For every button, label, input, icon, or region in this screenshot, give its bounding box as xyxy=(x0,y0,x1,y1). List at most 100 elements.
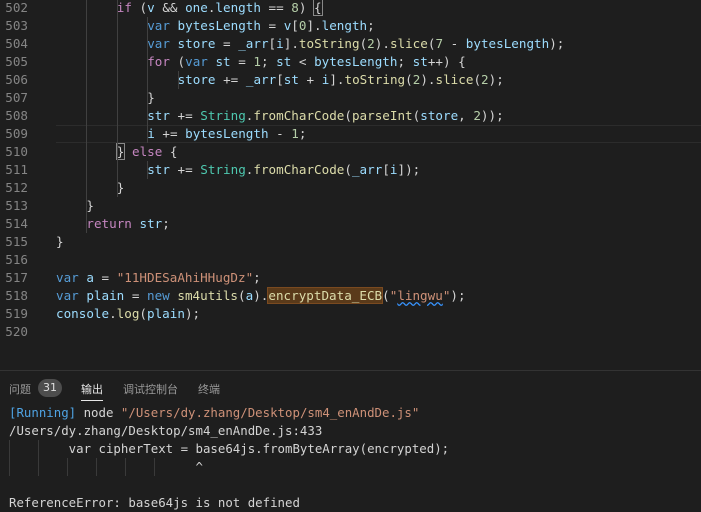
code-token: fromCharCode xyxy=(253,162,345,177)
code-token: ); xyxy=(488,72,504,87)
code-token: var xyxy=(56,270,79,285)
code-token: ( xyxy=(473,72,482,87)
code-token: bytesLength xyxy=(185,126,269,141)
output-error-source: var cipherText = base64js.fromByteArray(… xyxy=(9,441,450,456)
code-token: return xyxy=(86,216,132,231)
line-number: 511 xyxy=(5,162,28,177)
code-token: += xyxy=(169,108,201,123)
code-token: _arr xyxy=(351,162,383,177)
code-line: 513} xyxy=(0,197,701,215)
code-editor[interactable]: 502 if (v && one.length == 8) {503 var byt… xyxy=(0,0,701,370)
code-token: ( xyxy=(344,108,352,123)
code-token: } xyxy=(86,198,94,213)
code-text: var plain = new sm4utils(a).encryptData_… xyxy=(56,287,466,305)
code-token: var xyxy=(147,36,170,51)
code-token: toString xyxy=(344,72,406,87)
output-indent-guide xyxy=(9,440,10,476)
code-token: 1 xyxy=(253,54,261,69)
code-token: String xyxy=(200,162,246,177)
code-token: - xyxy=(443,36,466,51)
code-token: , xyxy=(458,108,474,123)
code-token: toString xyxy=(298,36,360,51)
code-token: [ xyxy=(268,36,277,51)
code-token: i xyxy=(147,126,155,141)
code-token: length xyxy=(321,18,368,33)
code-token: [ xyxy=(276,72,284,87)
panel-tabs: 问题 31 输出 调试控制台 终端 xyxy=(0,371,701,405)
code-line: 502 if (v && one.length == 8) { xyxy=(0,0,701,17)
code-token: 2 xyxy=(473,108,481,123)
code-line: 508 str += String.fromCharCode(parseInt(s… xyxy=(0,107,701,125)
code-token: i xyxy=(276,36,284,51)
tab-output[interactable]: 输出 xyxy=(81,381,103,401)
running-tag: [Running] xyxy=(9,405,77,420)
code-token: )); xyxy=(480,108,504,123)
code-token: ( xyxy=(382,288,390,303)
tab-problems[interactable]: 问题 xyxy=(9,381,31,397)
code-token: i xyxy=(389,162,398,177)
command-prefix: node xyxy=(76,405,121,420)
tab-terminal[interactable]: 终端 xyxy=(198,381,220,397)
code-line: 505 for (var st = 1; st < bytesLength; st… xyxy=(0,53,701,71)
code-token: store xyxy=(177,36,216,51)
code-token: one xyxy=(185,0,208,15)
code-token: ]. xyxy=(329,72,345,87)
code-token: ; xyxy=(397,54,413,69)
line-number: 504 xyxy=(5,36,28,51)
line-number: 508 xyxy=(5,108,28,123)
code-token: ; xyxy=(253,270,261,285)
code-token: ). xyxy=(253,288,269,303)
code-text: for (var st = 1; st < bytesLength; st++)… xyxy=(147,53,466,71)
line-number: 507 xyxy=(5,90,28,105)
code-line: 515} xyxy=(0,233,701,251)
code-token: bytesLength xyxy=(465,36,550,51)
line-number: 517 xyxy=(5,270,28,285)
indent-guide xyxy=(86,0,88,233)
tab-debug-console[interactable]: 调试控制台 xyxy=(123,381,178,397)
code-token: for xyxy=(147,54,170,69)
code-token: } xyxy=(147,90,155,105)
code-token: str xyxy=(139,216,163,231)
code-token: ; xyxy=(260,54,277,69)
line-number: 502 xyxy=(5,0,28,15)
line-number: 515 xyxy=(5,234,28,249)
code-token: ]); xyxy=(397,162,421,177)
code-token: += xyxy=(169,162,201,177)
code-token: = xyxy=(93,270,117,285)
problems-count-badge: 31 xyxy=(38,379,62,397)
code-token: } xyxy=(116,180,125,195)
code-token: plain xyxy=(147,306,185,321)
code-text: var store = _arr[i].toString(2).slice(7 … xyxy=(147,35,564,53)
code-token: new xyxy=(147,288,170,303)
code-token: v xyxy=(147,0,155,15)
code-text: store += _arr[st + i].toString(2).slice(… xyxy=(178,71,504,89)
code-token: . xyxy=(109,306,117,321)
code-token: sm4utils xyxy=(177,288,239,303)
code-line: 511 str += String.fromCharCode(_arr[i]); xyxy=(0,161,701,179)
code-text: } else { xyxy=(115,143,178,161)
line-number: 505 xyxy=(5,54,28,69)
indent-guide xyxy=(147,17,149,143)
code-line: 504 var store = _arr[i].toString(2).slice… xyxy=(0,35,701,53)
code-token: { xyxy=(162,144,178,159)
spelling-warning-token: lingwu xyxy=(397,288,443,303)
code-token: bytesLength xyxy=(314,54,398,69)
output-indent-guide xyxy=(154,458,155,476)
line-number: 506 xyxy=(5,72,28,87)
code-token: 1 xyxy=(291,126,299,141)
code-text: } xyxy=(147,89,155,107)
code-line: 512} xyxy=(0,179,701,197)
code-token: bytesLength xyxy=(177,18,261,33)
code-token: var xyxy=(56,288,79,303)
code-token: if xyxy=(116,0,132,15)
code-token: ++) { xyxy=(427,54,466,69)
code-text: i += bytesLength - 1; xyxy=(147,125,306,143)
code-token: ; xyxy=(162,216,170,231)
code-token: ( xyxy=(131,0,148,15)
code-token: } xyxy=(56,234,64,249)
code-token: && xyxy=(154,0,186,15)
code-line: 516 xyxy=(0,251,701,269)
output-error-location: /Users/dy.zhang/Desktop/sm4_enAndDe.js:4… xyxy=(9,423,323,438)
